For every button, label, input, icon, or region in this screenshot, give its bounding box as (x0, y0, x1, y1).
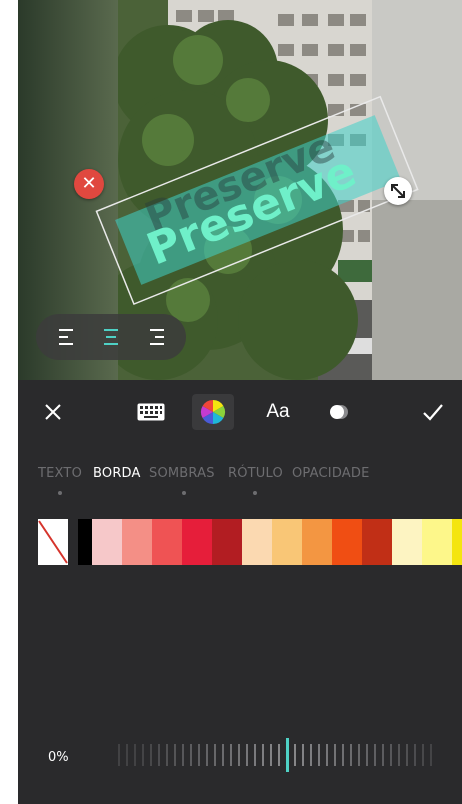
color-swatch[interactable] (272, 519, 302, 565)
slider-tick (398, 744, 400, 766)
close-icon (45, 404, 61, 420)
slider-tick (326, 744, 328, 766)
color-swatch[interactable] (302, 519, 332, 565)
color-swatch[interactable] (242, 519, 272, 565)
slider-tick (150, 744, 152, 766)
color-swatch[interactable] (212, 519, 242, 565)
color-button[interactable] (192, 394, 234, 430)
close-button[interactable] (38, 394, 68, 430)
style-tabs: TEXTO BORDA SOMBRAS RÓTULO OPACIDADE (18, 462, 462, 502)
color-swatch[interactable] (152, 519, 182, 565)
opacity-value: 0% (48, 750, 69, 765)
align-right-button[interactable] (144, 324, 170, 350)
slider-tick (158, 744, 160, 766)
tab-sombras[interactable]: SOMBRAS (149, 466, 215, 481)
color-swatch[interactable] (92, 519, 122, 565)
color-swatch[interactable] (362, 519, 392, 565)
color-palette (38, 519, 462, 565)
slider-tick (190, 744, 192, 766)
slider-tick (230, 744, 232, 766)
slider-tick (374, 744, 376, 766)
style-button[interactable] (324, 394, 354, 430)
slider-tick (406, 744, 408, 766)
slider-tick (166, 744, 168, 766)
close-icon: ✕ (81, 173, 97, 194)
slider-tick (390, 744, 392, 766)
slider-tick (238, 744, 240, 766)
color-swatch[interactable] (332, 519, 362, 565)
slider-tick (142, 744, 144, 766)
align-left-icon (59, 329, 73, 345)
slider-tick (174, 744, 176, 766)
photo-preview: Preserve Preserve ✕ (18, 0, 462, 380)
tab-rotulo-indicator (253, 491, 257, 495)
slider-tick (182, 744, 184, 766)
slider-tick (222, 744, 224, 766)
slider-tick (350, 744, 352, 766)
slider-tick (302, 744, 304, 766)
slider-tick (358, 744, 360, 766)
keyboard-button[interactable] (134, 394, 168, 430)
slider-tick (206, 744, 208, 766)
slider-tick (342, 744, 344, 766)
slider-tick (134, 744, 136, 766)
confirm-button[interactable] (418, 394, 448, 430)
keyboard-icon (137, 403, 165, 421)
slider-tick (430, 744, 432, 766)
resize-sticker-button[interactable] (384, 177, 412, 205)
tab-texto[interactable]: TEXTO (38, 466, 82, 481)
tab-borda[interactable]: BORDA (93, 466, 141, 481)
slider-tick (214, 744, 216, 766)
swatch-none[interactable] (38, 519, 68, 565)
slider-tick (118, 744, 120, 766)
text-editor-toolbar: Aa (18, 380, 462, 444)
tab-sombras-indicator (182, 491, 186, 495)
font-label: Aa (266, 401, 290, 422)
slider-tick (414, 744, 416, 766)
editor-screen: Preserve Preserve ✕ Aa TEXTO BORDA SOMBR… (18, 0, 462, 804)
slider-tick (422, 744, 424, 766)
tab-opacidade[interactable]: OPACIDADE (292, 466, 370, 481)
color-swatch[interactable] (452, 519, 462, 565)
slider-tick (334, 744, 336, 766)
slider-tick (382, 744, 384, 766)
slider-tick (198, 744, 200, 766)
slider-tick (246, 744, 248, 766)
slider-tick (278, 744, 280, 766)
text-alignment-control (36, 314, 186, 360)
color-swatch[interactable] (392, 519, 422, 565)
align-left-button[interactable] (56, 324, 82, 350)
opacity-slider[interactable]: 0% (18, 730, 462, 780)
slider-tick (318, 744, 320, 766)
slider-thumb[interactable] (286, 738, 289, 772)
slider-tick (270, 744, 272, 766)
tab-rotulo[interactable]: RÓTULO (228, 466, 283, 481)
check-icon (423, 404, 443, 421)
slider-tick (294, 744, 296, 766)
resize-icon (391, 184, 405, 198)
slider-tick (310, 744, 312, 766)
color-swatch[interactable] (422, 519, 452, 565)
no-color-icon (38, 520, 68, 564)
color-wheel-icon (200, 400, 226, 424)
color-swatch[interactable] (122, 519, 152, 565)
slider-tick (262, 744, 264, 766)
align-center-icon (104, 329, 118, 345)
font-button[interactable]: Aa (258, 394, 298, 430)
tab-texto-indicator (58, 491, 62, 495)
slider-tick (366, 744, 368, 766)
slider-tick (126, 744, 128, 766)
align-center-button[interactable] (98, 324, 124, 350)
color-swatch[interactable] (182, 519, 212, 565)
delete-sticker-button[interactable]: ✕ (74, 169, 104, 199)
slider-tick (254, 744, 256, 766)
align-right-icon (150, 329, 164, 345)
style-icon (330, 405, 348, 419)
swatch-black[interactable] (78, 519, 92, 565)
